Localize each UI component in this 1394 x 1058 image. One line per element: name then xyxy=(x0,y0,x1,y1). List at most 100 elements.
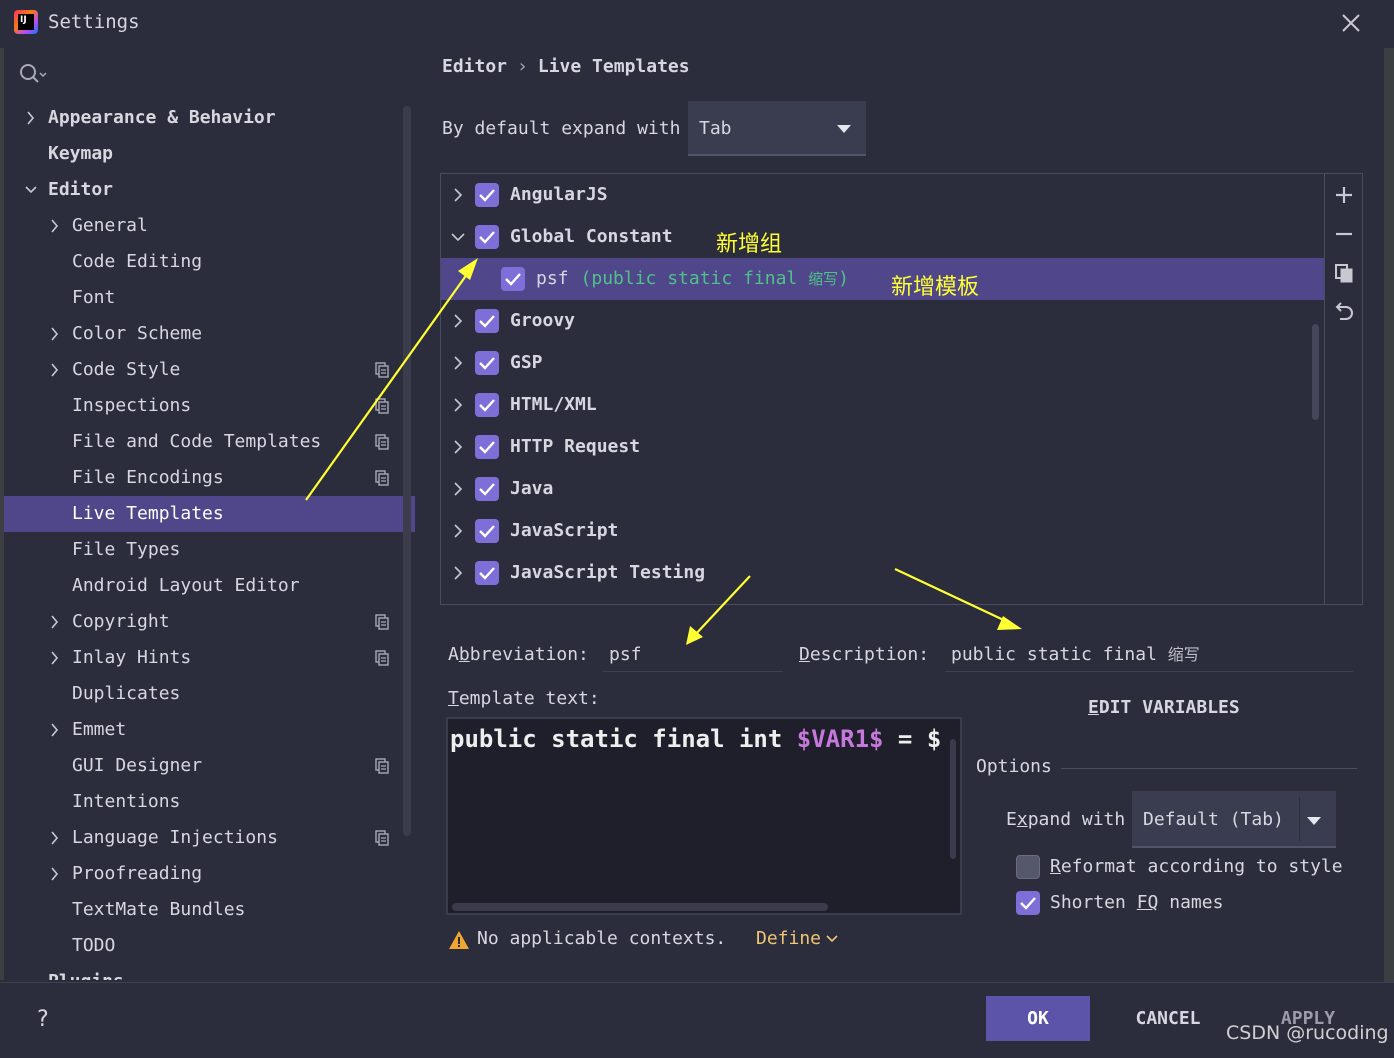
template-group[interactable]: JavaScript xyxy=(441,510,1324,552)
chevron-right-icon[interactable] xyxy=(451,342,465,384)
sidebar-item[interactable]: Inlay Hints xyxy=(4,640,415,676)
chevron-right-icon[interactable] xyxy=(48,856,62,892)
sidebar-item[interactable]: Appearance & Behavior xyxy=(4,100,415,136)
chevron-right-icon[interactable] xyxy=(48,604,62,640)
sidebar-item[interactable]: GUI Designer xyxy=(4,748,415,784)
search-icon[interactable] xyxy=(18,62,48,86)
sidebar-item[interactable]: Code Style xyxy=(4,352,415,388)
sidebar-item[interactable]: Code Editing xyxy=(4,244,415,280)
reformat-checkbox[interactable] xyxy=(1016,855,1040,879)
sidebar-item[interactable]: Plugins xyxy=(4,964,415,980)
template-checkbox[interactable] xyxy=(475,183,499,207)
chevron-down-icon[interactable] xyxy=(24,172,38,208)
remove-icon[interactable] xyxy=(1333,223,1355,245)
sidebar-item[interactable]: Copyright xyxy=(4,604,415,640)
sidebar-item[interactable]: Editor xyxy=(4,172,415,208)
chevron-right-icon[interactable] xyxy=(48,712,62,748)
close-icon[interactable] xyxy=(1338,10,1364,36)
chevron-right-icon[interactable] xyxy=(451,300,465,342)
restore-icon[interactable] xyxy=(1333,301,1355,323)
chevron-right-icon[interactable] xyxy=(48,820,62,856)
chevron-right-icon[interactable] xyxy=(48,316,62,352)
expand-with-select[interactable]: Default (Tab) xyxy=(1132,791,1336,848)
sidebar-item[interactable]: Duplicates xyxy=(4,676,415,712)
editor-vertical-scrollbar[interactable] xyxy=(950,739,956,859)
template-group[interactable]: GSP xyxy=(441,342,1324,384)
settings-sidebar: Appearance & Behavior Keymap Editor General… xyxy=(4,48,415,980)
description-label: Description: xyxy=(799,644,930,665)
template-checkbox[interactable] xyxy=(475,351,499,375)
sidebar-item[interactable]: Keymap xyxy=(4,136,415,172)
chevron-right-icon[interactable] xyxy=(48,640,62,676)
template-checkbox[interactable] xyxy=(475,225,499,249)
template-group[interactable]: Java xyxy=(441,468,1324,510)
template-checkbox[interactable] xyxy=(475,561,499,585)
chevron-right-icon[interactable] xyxy=(451,468,465,510)
edit-variables-button[interactable]: EDIT VARIABLES xyxy=(1088,697,1240,718)
template-group[interactable]: Global Constant xyxy=(441,216,1324,258)
chevron-down-icon xyxy=(1307,817,1321,825)
chevron-right-icon[interactable] xyxy=(451,174,465,216)
template-group[interactable]: AngularJS xyxy=(441,174,1324,216)
sidebar-item-label: Appearance & Behavior xyxy=(48,107,276,128)
template-name: GSP xyxy=(510,352,543,373)
sidebar-item[interactable]: General xyxy=(4,208,415,244)
chevron-right-icon[interactable] xyxy=(24,100,38,136)
chevron-down-icon xyxy=(837,125,851,133)
copy-icon[interactable] xyxy=(1333,262,1355,284)
template-checkbox[interactable] xyxy=(475,393,499,417)
default-expand-select[interactable]: Tab xyxy=(688,101,866,156)
help-button[interactable]: ? xyxy=(36,1007,49,1032)
add-icon[interactable] xyxy=(1333,184,1355,206)
sidebar-item[interactable]: Intentions xyxy=(4,784,415,820)
ok-button[interactable]: OK xyxy=(986,996,1090,1041)
template-checkbox[interactable] xyxy=(475,435,499,459)
template-item[interactable]: psf (public static final 缩写) xyxy=(441,258,1324,300)
sidebar-item-label: Intentions xyxy=(72,791,181,812)
sidebar-item-label: Code Editing xyxy=(72,251,203,272)
sidebar-item[interactable]: Live Templates xyxy=(4,496,415,532)
sidebar-item[interactable]: TODO xyxy=(4,928,415,964)
description-input[interactable]: public static final 缩写 xyxy=(945,638,1353,672)
template-group[interactable]: HTTP Request xyxy=(441,426,1324,468)
sidebar-item[interactable]: Proofreading xyxy=(4,856,415,892)
sidebar-item[interactable]: Android Layout Editor xyxy=(4,568,415,604)
sidebar-item[interactable]: File Types xyxy=(4,532,415,568)
template-name: AngularJS xyxy=(510,184,608,205)
sidebar-item[interactable]: Color Scheme xyxy=(4,316,415,352)
define-context-link[interactable]: Define xyxy=(756,928,839,949)
sidebar-item[interactable]: File and Code Templates xyxy=(4,424,415,460)
template-checkbox[interactable] xyxy=(501,267,525,291)
editor-horizontal-scrollbar[interactable] xyxy=(452,903,828,911)
template-group[interactable]: HTML/XML xyxy=(441,384,1324,426)
chevron-right-icon[interactable] xyxy=(451,384,465,426)
template-group[interactable]: Groovy xyxy=(441,300,1324,342)
templates-scrollbar[interactable] xyxy=(1312,324,1319,420)
sidebar-item[interactable]: Emmet xyxy=(4,712,415,748)
template-checkbox[interactable] xyxy=(475,519,499,543)
template-name: JavaScript Testing xyxy=(510,562,706,583)
template-text-editor[interactable]: public static final int $VAR1$ = $ xyxy=(446,717,962,915)
default-expand-label: By default expand with xyxy=(442,118,681,139)
shorten-fq-checkbox[interactable] xyxy=(1016,891,1040,915)
sidebar-item[interactable]: TextMate Bundles xyxy=(4,892,415,928)
chevron-right-icon[interactable] xyxy=(451,426,465,468)
template-checkbox[interactable] xyxy=(475,309,499,333)
chevron-right-icon[interactable] xyxy=(451,552,465,594)
chevron-right-icon[interactable] xyxy=(48,208,62,244)
project-settings-icon xyxy=(375,470,389,486)
chevron-right-icon[interactable] xyxy=(48,352,62,388)
breadcrumb-parent[interactable]: Editor xyxy=(442,56,507,77)
sidebar-item[interactable]: Font xyxy=(4,280,415,316)
sidebar-item-label: Font xyxy=(72,287,116,308)
cancel-button[interactable]: CANCEL xyxy=(1118,996,1218,1041)
sidebar-scrollbar[interactable] xyxy=(403,106,411,836)
chevron-right-icon[interactable] xyxy=(451,510,465,552)
template-group[interactable]: JavaScript Testing xyxy=(441,552,1324,594)
sidebar-item[interactable]: File Encodings xyxy=(4,460,415,496)
sidebar-item[interactable]: Language Injections xyxy=(4,820,415,856)
abbreviation-input[interactable]: psf xyxy=(603,638,783,672)
sidebar-item[interactable]: Inspections xyxy=(4,388,415,424)
template-checkbox[interactable] xyxy=(475,477,499,501)
chevron-down-icon[interactable] xyxy=(451,216,465,258)
